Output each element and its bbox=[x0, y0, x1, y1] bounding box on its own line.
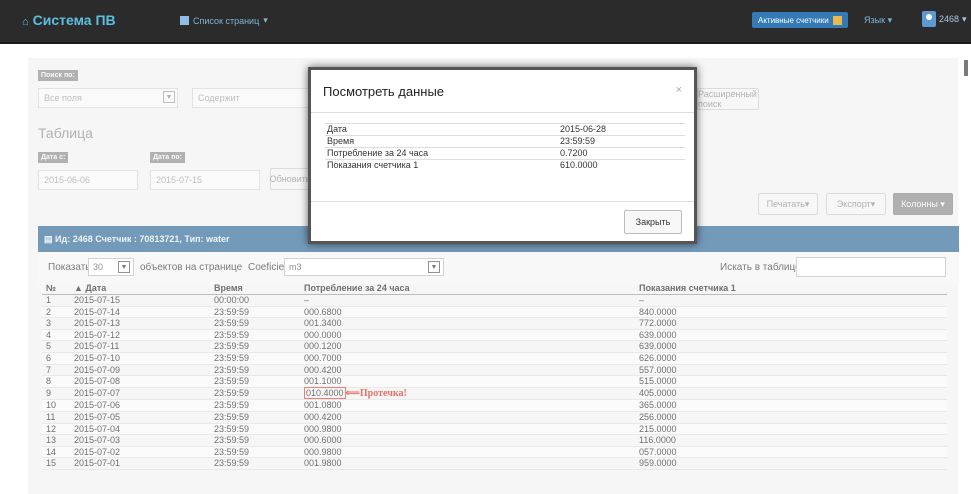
caret-down-icon: ▾ bbox=[263, 15, 268, 25]
divider bbox=[311, 201, 694, 202]
language-label: Язык bbox=[864, 15, 886, 25]
modal-field-value: 23:59:59 bbox=[550, 135, 685, 148]
counter-icon bbox=[832, 15, 842, 25]
brand-link[interactable]: ⌂ Система ПВ bbox=[22, 12, 116, 28]
modal-field-value: 2015-06-28 bbox=[550, 123, 685, 136]
modal-data-row: Показания счетчика 1 610.0000 bbox=[325, 159, 685, 171]
modal-field-value: 610.0000 bbox=[550, 159, 685, 171]
modal-field-label: Потребление за 24 часа bbox=[325, 147, 550, 160]
modal-data-row: Время 23:59:59 bbox=[325, 135, 685, 148]
home-icon: ⌂ bbox=[22, 16, 29, 28]
top-navbar: ⌂ Система ПВ Список страниц ▾ Активные сч… bbox=[0, 0, 971, 44]
caret-down-icon: ▾ bbox=[887, 15, 893, 25]
divider bbox=[311, 112, 694, 113]
view-data-modal: Посмотреть данные × Дата 2015-06-28 Время 2… bbox=[308, 67, 697, 244]
caret-down-icon: ▾ bbox=[962, 13, 967, 24]
brand-title: Система ПВ bbox=[32, 12, 116, 28]
active-counters-button[interactable]: Активные счетчики bbox=[752, 12, 848, 28]
pages-menu[interactable]: Список страниц ▾ bbox=[180, 15, 268, 26]
user-menu[interactable]: 2468 ▾ bbox=[922, 11, 967, 27]
modal-field-label: Время bbox=[325, 135, 550, 148]
user-icon bbox=[922, 11, 936, 27]
modal-title: Посмотреть данные bbox=[323, 84, 445, 99]
close-icon[interactable]: × bbox=[676, 84, 682, 96]
active-counters-label: Активные счетчики bbox=[758, 15, 829, 25]
modal-data-table: Дата 2015-06-28 Время 23:59:59 Потребление з… bbox=[325, 123, 685, 171]
modal-close-label: Закрыть bbox=[635, 217, 671, 227]
modal-close-button[interactable]: Закрыть bbox=[624, 210, 682, 234]
pages-icon bbox=[180, 16, 189, 25]
modal-field-label: Показания счетчика 1 bbox=[325, 159, 550, 171]
pages-menu-label: Список страниц bbox=[193, 15, 260, 26]
modal-data-row: Потребление за 24 часа 0.7200 bbox=[325, 147, 685, 160]
language-menu[interactable]: Язык ▾ bbox=[864, 15, 892, 26]
modal-data-row: Дата 2015-06-28 bbox=[325, 123, 685, 136]
modal-field-label: Дата bbox=[325, 123, 550, 136]
modal-field-value: 0.7200 bbox=[550, 147, 685, 160]
user-id: 2468 bbox=[939, 14, 960, 24]
